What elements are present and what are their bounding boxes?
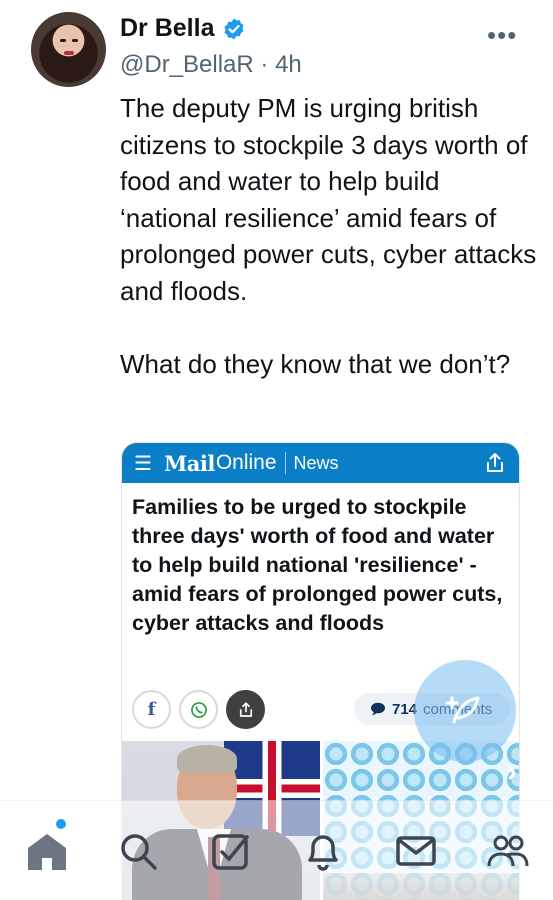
author-handle[interactable]: @Dr_BellaR <box>120 51 254 78</box>
hair <box>177 745 237 773</box>
mailonline-header: ☰ Mail Online News <box>122 443 519 483</box>
verified-badge-icon <box>224 18 244 39</box>
more-options-button[interactable]: ••• <box>487 20 517 51</box>
communities-icon[interactable] <box>485 828 531 874</box>
author-name[interactable]: Dr Bella <box>120 14 214 43</box>
mail-logo: Mail <box>164 450 215 476</box>
section-label: News <box>293 452 339 473</box>
author-handle-row: @Dr_BellaR · 4h <box>120 51 302 79</box>
home-icon[interactable] <box>24 828 70 874</box>
avatar-lips <box>64 51 74 55</box>
messages-icon[interactable] <box>393 828 439 874</box>
post-time[interactable]: 4h <box>275 51 302 78</box>
compose-button[interactable] <box>414 660 516 762</box>
avatar[interactable] <box>31 12 106 87</box>
article-headline: Families to be urged to stockpile three … <box>132 495 503 635</box>
time-separator: · <box>260 51 269 78</box>
chevron-right-icon: › <box>507 755 517 788</box>
grok-icon[interactable] <box>208 828 254 874</box>
hamburger-menu-icon: ☰ <box>134 452 152 475</box>
share-sheet-icon <box>226 690 265 729</box>
avatar-eye <box>72 39 78 42</box>
header-divider <box>284 452 286 474</box>
author-name-row: Dr Bella <box>120 14 246 43</box>
avatar-eye <box>60 39 66 42</box>
tweet-text: The deputy PM is urging british citizens… <box>120 93 537 379</box>
share-icon <box>487 453 503 472</box>
bottom-tab-bar <box>0 800 553 900</box>
compose-icon <box>445 696 480 724</box>
whatsapp-icon <box>179 690 218 729</box>
online-logo: Online <box>215 451 277 474</box>
social-share-row: f <box>132 690 265 729</box>
comment-bubble-icon <box>371 702 385 716</box>
facebook-icon: f <box>132 690 171 729</box>
search-icon[interactable] <box>115 828 161 874</box>
notifications-icon[interactable] <box>300 828 346 874</box>
